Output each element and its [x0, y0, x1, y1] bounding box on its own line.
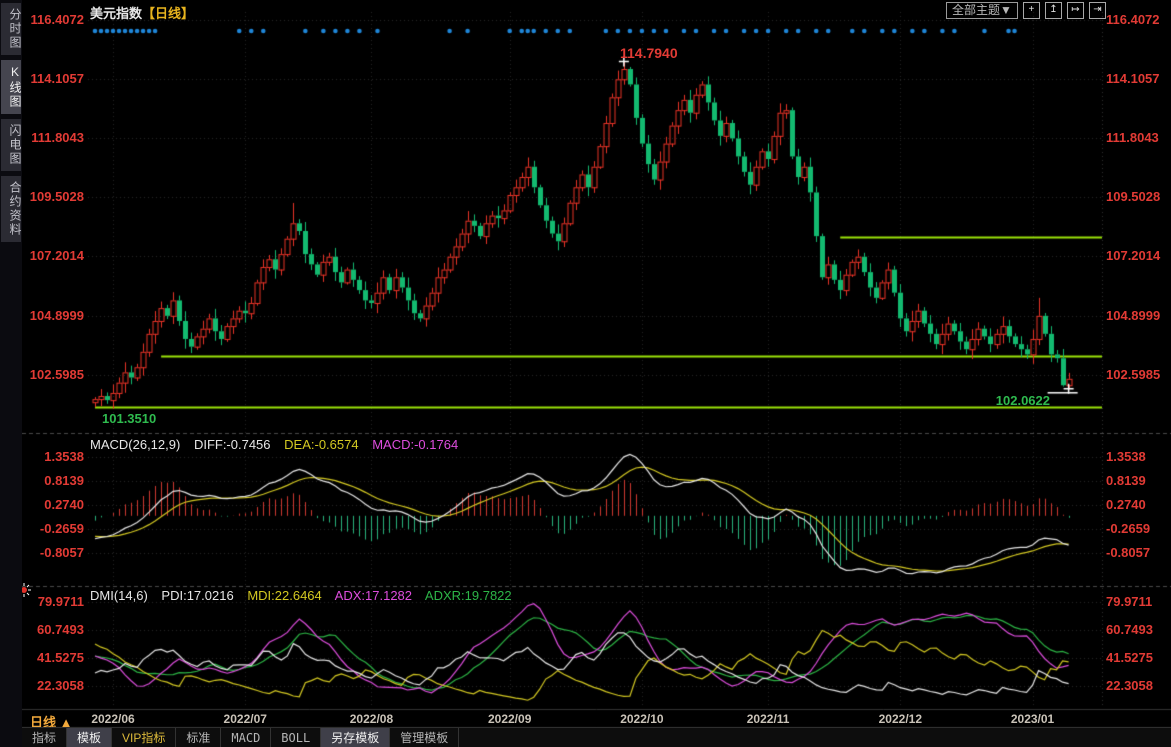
- y-axis-label: 0.2740: [16, 497, 84, 512]
- x-axis-month-label: 2022/10: [612, 712, 672, 726]
- pan-chart-icon[interactable]: +: [1023, 2, 1040, 19]
- y-axis-label: -0.2659: [1106, 521, 1150, 536]
- y-axis-label: 107.2014: [1106, 248, 1160, 263]
- y-axis-label: 60.7493: [16, 622, 84, 637]
- bottom-tab-5[interactable]: BOLL: [271, 728, 321, 747]
- y-axis-label: 0.2740: [1106, 497, 1146, 512]
- macd-indicator-header: MACD(26,12,9) DIFF:-0.7456 DEA:-0.6574 M…: [90, 437, 468, 452]
- expand-axis-icon[interactable]: ↦: [1067, 2, 1084, 19]
- bottom-tab-7[interactable]: 管理模板: [390, 728, 459, 747]
- y-axis-label: -0.2659: [16, 521, 84, 536]
- y-axis-label: 1.3538: [1106, 449, 1146, 464]
- macd-params: MACD(26,12,9): [90, 437, 180, 452]
- x-axis-month-label: 2022/06: [83, 712, 143, 726]
- sidebar-item-3[interactable]: 合约资料: [1, 176, 21, 242]
- chart-canvas[interactable]: [0, 0, 1171, 747]
- chart-type-sidebar: 分时图 K线图闪电图合约资料: [0, 0, 22, 747]
- y-axis-label: 41.5275: [1106, 650, 1153, 665]
- instrument-title: 美元指数【日线】: [90, 3, 194, 22]
- y-axis-label: 111.8043: [16, 130, 84, 145]
- y-axis-label: 114.1057: [1106, 71, 1160, 86]
- y-axis-label: 116.4072: [1106, 12, 1160, 27]
- dmi-indicator-header: DMI(14,6) PDI:17.0216 MDI:22.6464 ADX:17…: [90, 588, 522, 603]
- bottom-tab-4[interactable]: MACD: [221, 728, 271, 747]
- compress-axis-icon[interactable]: ↥: [1045, 2, 1062, 19]
- bottom-tab-3[interactable]: 标准: [176, 728, 221, 747]
- y-axis-label: 104.8999: [1106, 308, 1160, 323]
- bottom-tab-0[interactable]: 指标: [22, 728, 67, 747]
- dmi-params: DMI(14,6): [90, 588, 148, 603]
- y-axis-label: 102.5985: [1106, 367, 1160, 382]
- x-axis-month-label: 2022/07: [215, 712, 275, 726]
- y-axis-label: 41.5275: [16, 650, 84, 665]
- x-axis-month-label: 2023/01: [1003, 712, 1063, 726]
- y-axis-label: 104.8999: [16, 308, 84, 323]
- y-axis-label: 107.2014: [16, 248, 84, 263]
- shift-right-icon[interactable]: ⇥: [1089, 2, 1106, 19]
- x-axis-month-label: 2022/08: [341, 712, 401, 726]
- y-axis-label: 109.5028: [1106, 189, 1160, 204]
- topbar-controls: 全部主题▼ + ↥ ↦ ⇥: [946, 2, 1106, 19]
- dmi-mdi-value: MDI:22.6464: [247, 588, 321, 603]
- y-axis-label: 116.4072: [16, 12, 84, 27]
- y-axis-label: 22.3058: [16, 678, 84, 693]
- macd-diff-value: DIFF:-0.7456: [194, 437, 271, 452]
- y-axis-label: -0.8057: [16, 545, 84, 560]
- y-axis-label: 60.7493: [1106, 622, 1153, 637]
- y-axis-label: 109.5028: [16, 189, 84, 204]
- theme-dropdown[interactable]: 全部主题▼: [946, 2, 1018, 19]
- y-axis-label: 1.3538: [16, 449, 84, 464]
- dmi-adxr-value: ADXR:19.7822: [425, 588, 512, 603]
- y-axis-label: 0.8139: [1106, 473, 1146, 488]
- y-axis-label: 114.1057: [16, 71, 84, 86]
- peak-price-label: 114.7940: [620, 45, 678, 61]
- macd-bar-value: MACD:-0.1764: [372, 437, 458, 452]
- period-tag: 【日线】: [142, 6, 194, 21]
- last-low-price-label: 102.0622: [956, 393, 1050, 408]
- y-axis-label: 0.8139: [16, 473, 84, 488]
- bottom-tab-bar: 指标模板VIP指标标准MACDBOLL另存模板管理模板: [22, 727, 1171, 747]
- macd-dea-value: DEA:-0.6574: [284, 437, 358, 452]
- chevron-down-icon: ▼: [1000, 3, 1012, 17]
- x-axis-month-label: 2022/09: [480, 712, 540, 726]
- support-price-label: 101.3510: [102, 411, 156, 426]
- y-axis-label: 102.5985: [16, 367, 84, 382]
- bottom-tab-6[interactable]: 另存模板: [321, 728, 390, 747]
- bottom-tab-1[interactable]: 模板: [67, 728, 112, 747]
- y-axis-label: -0.8057: [1106, 545, 1150, 560]
- sidebar-item-0[interactable]: 分时图: [1, 3, 21, 55]
- charting-app-window: 分时图 K线图闪电图合约资料 美元指数【日线】 全部主题▼ + ↥ ↦ ⇥ 114.79…: [0, 0, 1171, 747]
- sidebar-item-1[interactable]: K线图: [1, 60, 21, 114]
- y-axis-label: 22.3058: [1106, 678, 1153, 693]
- sidebar-item-2[interactable]: 闪电图: [1, 119, 21, 171]
- dmi-adx-value: ADX:17.1282: [335, 588, 412, 603]
- x-axis-month-label: 2022/11: [738, 712, 798, 726]
- x-axis-month-label: 2022/12: [870, 712, 930, 726]
- y-axis-label: 111.8043: [1106, 130, 1159, 145]
- bottom-tab-2[interactable]: VIP指标: [112, 728, 176, 747]
- y-axis-label: 79.9711: [1106, 594, 1152, 609]
- instrument-name: 美元指数: [90, 6, 142, 21]
- dmi-pdi-value: PDI:17.0216: [161, 588, 233, 603]
